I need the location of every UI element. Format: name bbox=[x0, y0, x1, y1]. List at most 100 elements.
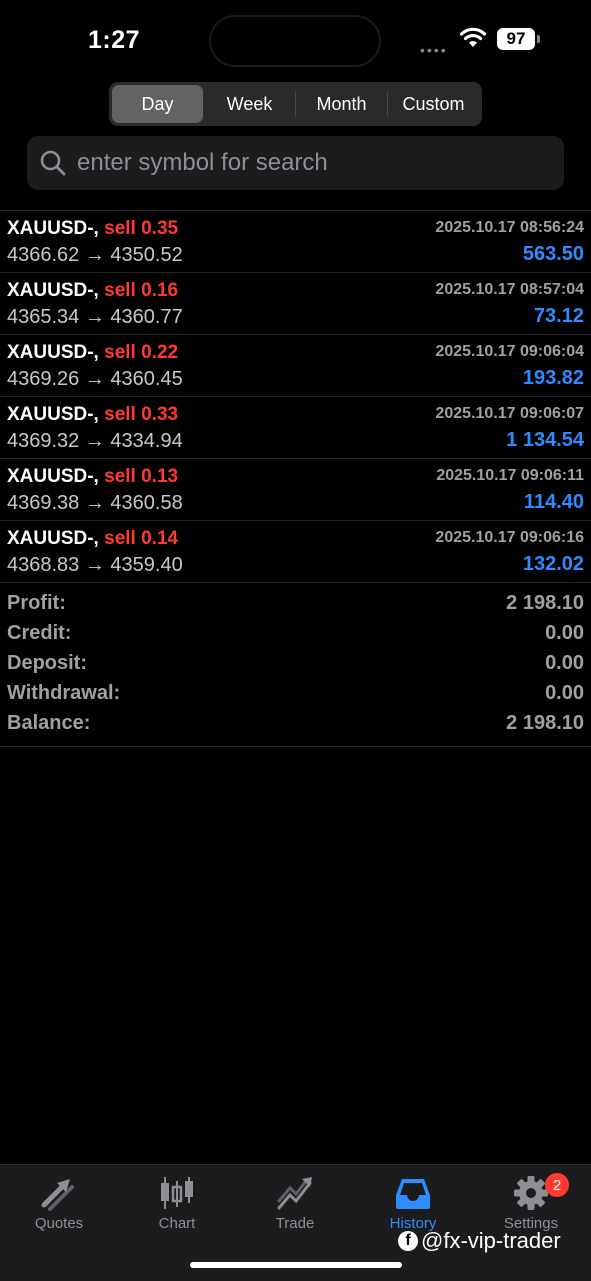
deal-prices: 4366.62 → 4350.52 bbox=[7, 244, 183, 267]
symbol-text: XAUUSD-, bbox=[7, 466, 99, 487]
summary-row-deposit: Deposit: 0.00 bbox=[0, 650, 591, 680]
arrow-icon: → bbox=[84, 368, 105, 390]
symbol-text: XAUUSD-, bbox=[7, 528, 99, 549]
deal-profit: 563.50 bbox=[522, 243, 584, 265]
summary-value: 0.00 bbox=[545, 682, 584, 704]
tab-trade[interactable]: Trade bbox=[236, 1165, 354, 1245]
deal-side-volume: sell 0.13 bbox=[104, 466, 179, 487]
deal-time: 2025.10.17 09:06:07 bbox=[435, 405, 584, 422]
deal-prices: 4369.32 → 4334.94 bbox=[7, 430, 183, 453]
deal-profit: 132.02 bbox=[522, 553, 584, 575]
summary-value: 0.00 bbox=[545, 652, 584, 674]
deal-side-volume: sell 0.14 bbox=[104, 528, 179, 549]
deal-side-volume: sell 0.22 bbox=[104, 342, 179, 363]
tab-quotes[interactable]: Quotes bbox=[0, 1165, 118, 1245]
search-placeholder: enter symbol for search bbox=[77, 149, 328, 176]
arrow-icon: → bbox=[84, 306, 105, 328]
deal-time: 2025.10.17 08:57:04 bbox=[435, 281, 584, 298]
deal-time: 2025.10.17 08:56:24 bbox=[435, 219, 584, 236]
facebook-icon: f bbox=[398, 1231, 418, 1251]
tab-chart[interactable]: Chart bbox=[118, 1165, 236, 1245]
status-bar: 1:27 •••• 97 bbox=[0, 0, 591, 80]
trade-trend-icon bbox=[277, 1177, 312, 1210]
open-price: 4365.34 bbox=[7, 306, 80, 328]
open-price: 4369.32 bbox=[7, 430, 80, 452]
watermark-text: @fx-vip-trader bbox=[421, 1228, 561, 1253]
battery-tip bbox=[537, 35, 540, 43]
deal-side-volume: sell 0.16 bbox=[104, 280, 179, 301]
deal-row[interactable]: XAUUSD-, sell 0.16 2025.10.17 08:57:04 4… bbox=[0, 273, 591, 335]
cellular-signal-icon: •••• bbox=[420, 42, 448, 58]
summary-row-withdrawal: Withdrawal: 0.00 bbox=[0, 680, 591, 710]
deal-prices: 4369.38 → 4360.58 bbox=[7, 492, 183, 515]
deal-row[interactable]: XAUUSD-, sell 0.13 2025.10.17 09:06:11 4… bbox=[0, 459, 591, 521]
deal-time: 2025.10.17 09:06:11 bbox=[436, 467, 584, 484]
deal-symbol: XAUUSD-, sell 0.22 bbox=[7, 342, 178, 364]
inbox-tray-icon bbox=[396, 1179, 430, 1209]
close-price: 4359.40 bbox=[110, 554, 183, 576]
arrow-icon: → bbox=[84, 492, 105, 514]
summary-label: Deposit: bbox=[7, 652, 87, 674]
gear-icon bbox=[514, 1176, 548, 1210]
open-price: 4366.62 bbox=[7, 244, 80, 266]
wifi-icon bbox=[459, 27, 487, 47]
account-summary: Profit: 2 198.10 Credit: 0.00 Deposit: 0… bbox=[0, 590, 591, 747]
summary-label: Credit: bbox=[7, 622, 72, 644]
deal-row[interactable]: XAUUSD-, sell 0.14 2025.10.17 09:06:16 4… bbox=[0, 521, 591, 583]
close-price: 4360.77 bbox=[110, 306, 183, 328]
open-price: 4369.26 bbox=[7, 368, 80, 390]
period-segmented-control: Day Week Month Custom bbox=[109, 82, 482, 126]
quotes-arrows-icon bbox=[41, 1179, 74, 1211]
deal-time: 2025.10.17 09:06:16 bbox=[435, 529, 584, 546]
status-time: 1:27 bbox=[88, 26, 141, 54]
symbol-text: XAUUSD-, bbox=[7, 342, 99, 363]
symbol-text: XAUUSD-, bbox=[7, 404, 99, 425]
deal-row[interactable]: XAUUSD-, sell 0.33 2025.10.17 09:06:07 4… bbox=[0, 397, 591, 459]
period-tab-day[interactable]: Day bbox=[112, 85, 203, 123]
summary-value: 0.00 bbox=[545, 622, 584, 644]
close-price: 4360.58 bbox=[110, 492, 183, 514]
dynamic-island bbox=[209, 15, 381, 67]
period-tab-month[interactable]: Month bbox=[296, 85, 387, 123]
open-price: 4368.83 bbox=[7, 554, 80, 576]
deal-symbol: XAUUSD-, sell 0.16 bbox=[7, 280, 178, 302]
arrow-icon: → bbox=[84, 244, 105, 266]
close-price: 4350.52 bbox=[110, 244, 183, 266]
arrow-icon: → bbox=[84, 554, 105, 576]
home-indicator[interactable] bbox=[190, 1262, 402, 1268]
deal-profit: 193.82 bbox=[522, 367, 584, 389]
deal-profit: 1 134.54 bbox=[506, 429, 584, 451]
tab-label: Chart bbox=[158, 1215, 196, 1232]
symbol-search-field[interactable]: enter symbol for search bbox=[27, 136, 564, 190]
battery-icon: 97 bbox=[497, 28, 535, 50]
summary-label: Withdrawal: bbox=[7, 682, 121, 704]
deal-symbol: XAUUSD-, sell 0.33 bbox=[7, 404, 178, 426]
tab-label: Trade bbox=[275, 1215, 315, 1232]
symbol-text: XAUUSD-, bbox=[7, 218, 99, 239]
deal-side-volume: sell 0.35 bbox=[104, 218, 179, 239]
arrow-icon: → bbox=[84, 430, 105, 452]
summary-label: Balance: bbox=[7, 712, 91, 734]
summary-value: 2 198.10 bbox=[506, 592, 584, 614]
summary-label: Profit: bbox=[7, 592, 66, 614]
summary-value: 2 198.10 bbox=[506, 712, 584, 734]
symbol-text: XAUUSD-, bbox=[7, 280, 99, 301]
tab-label: Quotes bbox=[34, 1215, 84, 1232]
deal-prices: 4368.83 → 4359.40 bbox=[7, 554, 183, 577]
watermark: f @fx-vip-trader bbox=[398, 1228, 561, 1254]
deal-side-volume: sell 0.33 bbox=[104, 404, 179, 425]
close-price: 4334.94 bbox=[110, 430, 183, 452]
summary-row-balance: Balance: 2 198.10 bbox=[0, 710, 591, 740]
deal-prices: 4365.34 → 4360.77 bbox=[7, 306, 183, 329]
deal-row[interactable]: XAUUSD-, sell 0.35 2025.10.17 08:56:24 4… bbox=[0, 211, 591, 273]
close-price: 4360.45 bbox=[110, 368, 183, 390]
search-icon bbox=[40, 150, 66, 176]
deal-symbol: XAUUSD-, sell 0.14 bbox=[7, 528, 178, 550]
deal-time: 2025.10.17 09:06:04 bbox=[435, 343, 584, 360]
deal-row[interactable]: XAUUSD-, sell 0.22 2025.10.17 09:06:04 4… bbox=[0, 335, 591, 397]
deal-symbol: XAUUSD-, sell 0.13 bbox=[7, 466, 178, 488]
summary-row-profit: Profit: 2 198.10 bbox=[0, 590, 591, 620]
deal-profit: 73.12 bbox=[533, 305, 584, 327]
period-tab-custom[interactable]: Custom bbox=[388, 85, 479, 123]
period-tab-week[interactable]: Week bbox=[204, 85, 295, 123]
